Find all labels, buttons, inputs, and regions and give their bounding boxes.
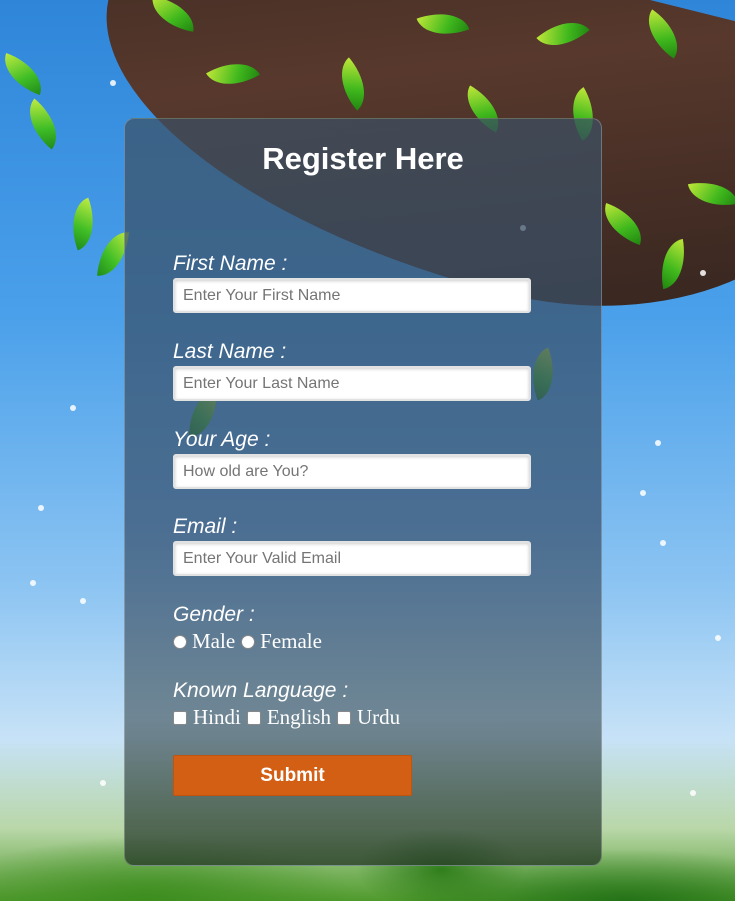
last-name-label: Last Name : xyxy=(173,340,287,363)
age-input[interactable] xyxy=(173,454,531,489)
age-label: Your Age : xyxy=(173,428,271,451)
leaf xyxy=(61,197,105,251)
english-label: English xyxy=(266,705,332,729)
water-drop xyxy=(660,540,666,546)
leaf xyxy=(0,52,50,96)
submit-button[interactable]: Submit xyxy=(173,755,412,796)
water-drop xyxy=(80,598,86,604)
email-input[interactable] xyxy=(173,541,531,576)
language-option-english[interactable]: English xyxy=(246,705,332,730)
known-language-label: Known Language : xyxy=(173,679,349,702)
language-options: Hindi English Urdu xyxy=(173,705,406,730)
english-checkbox[interactable] xyxy=(246,710,261,725)
female-radio[interactable] xyxy=(241,634,256,649)
first-name-label: First Name : xyxy=(173,252,288,275)
water-drop xyxy=(70,405,76,411)
language-option-hindi[interactable]: Hindi xyxy=(173,705,241,730)
male-radio[interactable] xyxy=(173,634,187,649)
water-drop xyxy=(690,790,696,796)
water-drop xyxy=(38,505,44,511)
female-label: Female xyxy=(260,629,322,653)
water-drop xyxy=(100,780,106,786)
water-drop xyxy=(655,440,661,446)
water-drop xyxy=(640,490,646,496)
last-name-input[interactable] xyxy=(173,366,531,401)
gender-option-female[interactable]: Female xyxy=(241,629,322,654)
email-label: Email : xyxy=(173,515,238,538)
water-drop xyxy=(700,270,706,276)
first-name-input[interactable] xyxy=(173,278,531,313)
water-drop xyxy=(110,80,116,86)
urdu-checkbox[interactable] xyxy=(337,710,352,725)
registration-form: Register Here First Name : Last Name : Y… xyxy=(124,118,602,866)
urdu-label: Urdu xyxy=(357,705,401,729)
water-drop xyxy=(715,635,721,641)
gender-option-male[interactable]: Male xyxy=(173,629,235,654)
gender-options: Male Female xyxy=(173,629,328,654)
leaf xyxy=(16,98,70,150)
gender-label: Gender : xyxy=(173,603,255,626)
hindi-checkbox[interactable] xyxy=(173,710,187,725)
male-label: Male xyxy=(192,629,236,653)
hindi-label: Hindi xyxy=(193,705,241,729)
language-option-urdu[interactable]: Urdu xyxy=(337,705,400,730)
form-title: Register Here xyxy=(262,141,464,176)
water-drop xyxy=(30,580,36,586)
